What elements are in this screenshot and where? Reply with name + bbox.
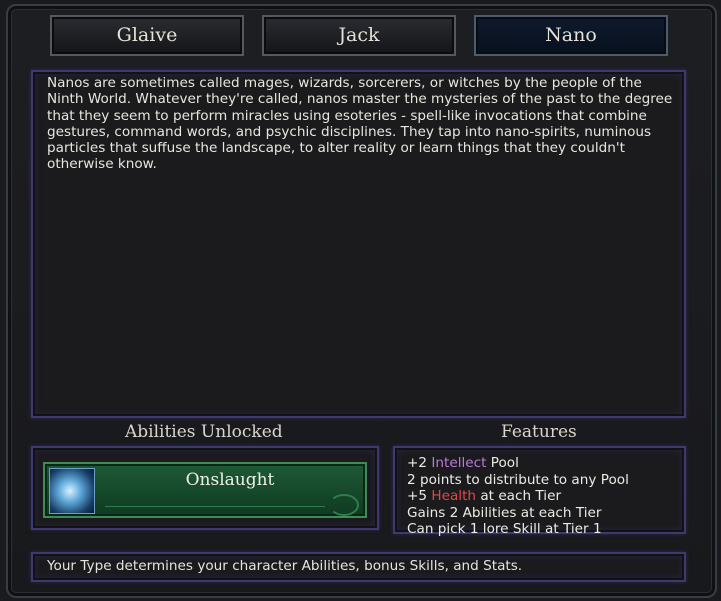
feature-line: +2 Intellect Pool	[407, 455, 519, 471]
onslaught-icon	[49, 468, 95, 514]
tab-jack[interactable]: Jack	[262, 15, 456, 56]
footer-hint-bar: Your Type determines your character Abil…	[31, 552, 686, 582]
feature-line: +5 Health at each Tier	[407, 488, 562, 505]
tab-glaive[interactable]: Glaive	[50, 15, 244, 56]
footer-hint-text: Your Type determines your character Abil…	[47, 558, 523, 574]
feature-line: 2 points to distribute to any Pool	[407, 471, 629, 488]
description-panel: Nanos are sometimes called mages, wizard…	[31, 70, 686, 418]
ability-card-onslaught[interactable]: Onslaught	[43, 462, 367, 518]
features-heading: Features	[501, 422, 577, 442]
feature-line: Gains 2 Abilities at each Tier	[407, 504, 602, 521]
abilities-heading: Abilities Unlocked	[125, 422, 283, 442]
type-description: Nanos are sometimes called mages, wizard…	[47, 75, 673, 173]
abilities-panel: Onslaught	[31, 446, 379, 530]
tab-nano[interactable]: Nano	[474, 15, 668, 56]
features-panel: +2 Intellect Pool 2 points to distribute…	[393, 446, 686, 537]
feature-line: Can pick 1 lore Skill at Tier 1	[407, 521, 602, 538]
features-list: +2 Intellect Pool 2 points to distribute…	[395, 448, 684, 538]
ability-name: Onslaught	[185, 470, 275, 490]
ability-divider	[105, 506, 325, 507]
ornament-swirl-icon	[329, 494, 359, 516]
